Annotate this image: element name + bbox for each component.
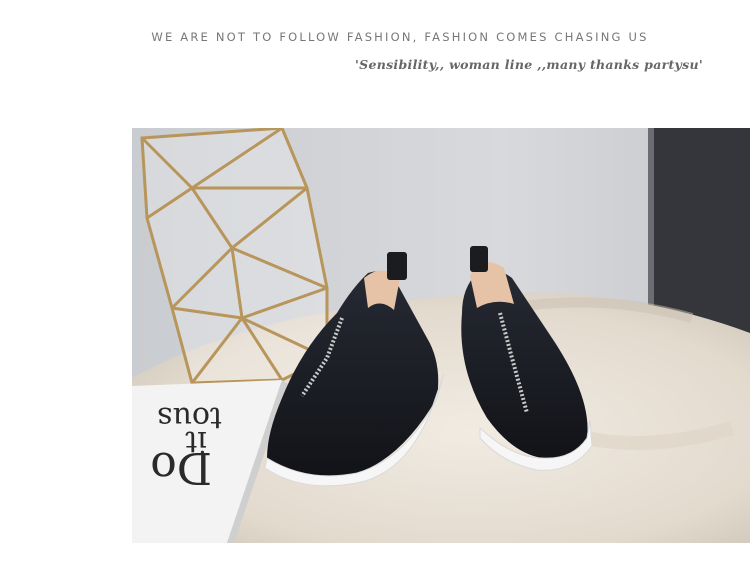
- magazine-word-3: Do: [150, 442, 212, 493]
- tagline: WE ARE NOT TO FOLLOW FASHION, FASHION CO…: [151, 30, 649, 44]
- product-photo-illustration: tous it Do: [132, 128, 750, 543]
- dark-panel: [652, 128, 750, 338]
- header: WE ARE NOT TO FOLLOW FASHION, FASHION CO…: [0, 0, 750, 128]
- script-subtitle: 'Sensibility,, woman line ,,many thanks …: [355, 57, 703, 72]
- product-photo: tous it Do: [132, 128, 750, 543]
